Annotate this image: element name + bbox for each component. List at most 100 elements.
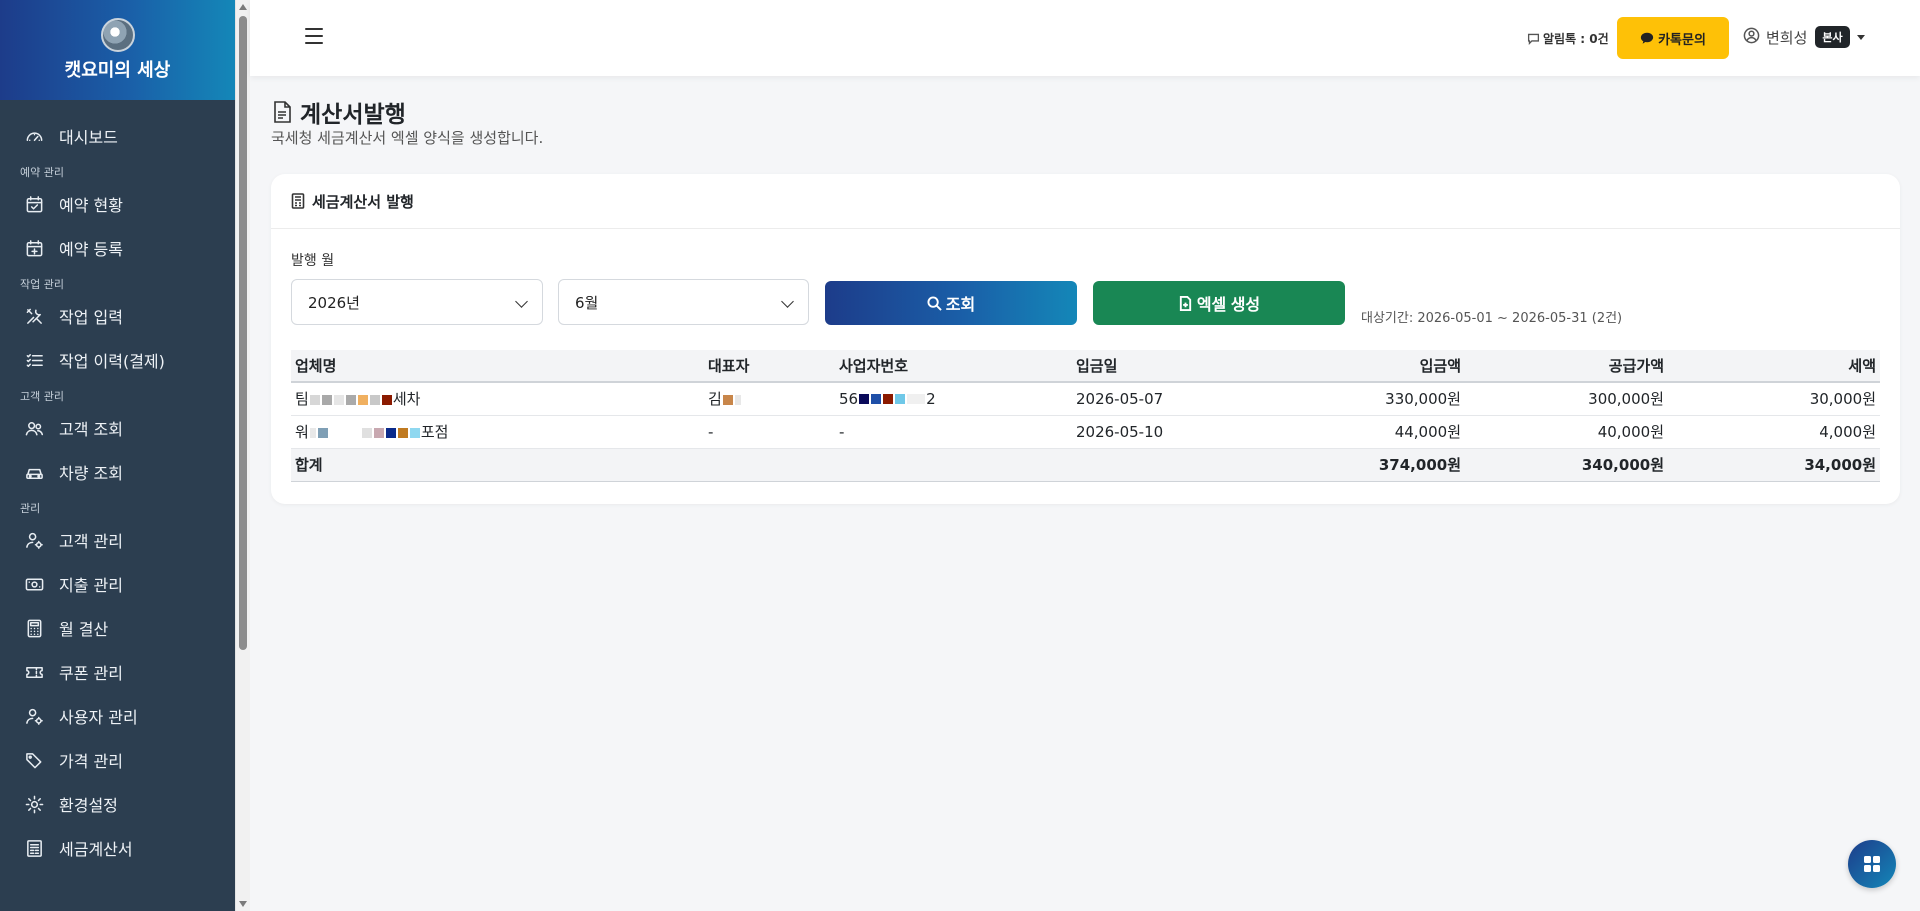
sidebar-scrollbar[interactable] <box>235 0 250 911</box>
redaction-mask <box>883 394 894 405</box>
tags-icon <box>24 750 44 770</box>
sidebar-item[interactable]: 차량 조회 <box>0 450 235 494</box>
excel-generate-button[interactable]: 엑셀 생성 <box>1093 281 1345 325</box>
redaction-mask <box>859 394 870 405</box>
sidebar-item[interactable]: 가격 관리 <box>0 738 235 782</box>
hamburger-line <box>305 35 323 37</box>
scroll-down-arrow[interactable] <box>239 901 247 907</box>
sidebar-item-label: 대시보드 <box>59 128 118 147</box>
scroll-up-arrow[interactable] <box>239 4 247 10</box>
topbar: 알림톡 : 0건 카톡문의 변희성 본사 <box>250 0 1920 76</box>
excel-button-label: 엑셀 생성 <box>1196 297 1261 314</box>
year-select-value: 2026년 <box>308 293 360 312</box>
calendar-plus-icon <box>24 238 44 258</box>
ticket-icon <box>24 662 44 682</box>
sidebar-item-label: 예약 등록 <box>59 240 123 259</box>
total-deposit-cell: 374,000원 <box>1262 448 1465 482</box>
alimtalk-count: 알림톡 : 0건 <box>1527 30 1609 47</box>
gauge-icon <box>24 126 44 146</box>
month-select-value: 6월 <box>575 293 599 312</box>
redaction-mask <box>397 427 408 438</box>
receipt-icon <box>24 838 44 858</box>
redaction-mask <box>734 394 741 405</box>
user-name: 변희성 <box>1766 28 1808 47</box>
sidebar-item-label: 환경설정 <box>59 796 118 815</box>
col-header-company: 업체명 <box>291 350 704 383</box>
company-text-start: 워 <box>295 423 309 441</box>
sidebar-item-label: 작업 입력 <box>59 308 123 327</box>
chat-bubble-icon <box>1527 33 1540 45</box>
redaction-mask <box>722 394 733 405</box>
sidebar-item[interactable]: 대시보드 <box>0 114 235 158</box>
sidebar-item[interactable]: 환경설정 <box>0 782 235 826</box>
redaction-mask <box>321 394 332 405</box>
year-select[interactable]: 2026년 <box>291 279 543 325</box>
col-header-supply-amount: 공급가액 <box>1465 350 1668 383</box>
receipt-icon <box>291 193 305 209</box>
sidebar-item[interactable]: 세금계산서 <box>0 826 235 870</box>
card-title: 세금계산서 발행 <box>312 192 414 211</box>
search-button[interactable]: 조회 <box>825 281 1077 325</box>
col-header-representative: 대표자 <box>704 350 835 383</box>
redaction-mask <box>385 427 396 438</box>
company-cell: 워 포점 <box>291 415 704 449</box>
users-icon <box>24 418 44 438</box>
menu-toggle-button[interactable] <box>305 28 323 44</box>
redaction-mask <box>895 394 906 405</box>
file-plus-icon <box>1179 295 1191 311</box>
bizno-text-end: 2 <box>926 389 936 408</box>
redaction-mask <box>871 394 882 405</box>
gear-icon <box>24 794 44 814</box>
card-header: 세금계산서 발행 <box>271 174 1900 229</box>
sidebar-item[interactable]: 고객 조회 <box>0 406 235 450</box>
sidebar: 캣요미의 세상 대시보드 예약 관리 예약 현황 예약 등록 작업 관리 작업 입력 작업 … <box>0 0 235 911</box>
user-gear-icon <box>24 706 44 726</box>
chat-fill-icon <box>1640 32 1654 44</box>
table-header-row: 업체명 대표자 사업자번호 입금일 입금액 공급가액 세액 <box>291 350 1880 383</box>
redaction-mask <box>409 427 420 438</box>
user-menu[interactable]: 변희성 본사 <box>1743 26 1865 48</box>
tools-icon <box>24 306 44 326</box>
tax-amount-cell: 30,000원 <box>1668 382 1880 416</box>
month-select[interactable]: 6월 <box>558 279 809 325</box>
deposit-amount-cell: 330,000원 <box>1262 382 1465 416</box>
file-text-icon <box>274 101 291 123</box>
sidebar-item[interactable]: 예약 현황 <box>0 182 235 226</box>
sidebar-item[interactable]: 월 결산 <box>0 606 235 650</box>
scroll-thumb[interactable] <box>239 16 247 650</box>
list-check-icon <box>24 350 44 370</box>
sidebar-item[interactable]: 사용자 관리 <box>0 694 235 738</box>
kakao-inquiry-button[interactable]: 카톡문의 <box>1617 17 1729 59</box>
sidebar-item-label: 차량 조회 <box>59 464 123 483</box>
redaction-mask <box>381 394 392 405</box>
supply-amount-cell: 300,000원 <box>1465 382 1668 416</box>
table-row[interactable]: 워 포점 - - 2026-05-10 44,000원 40,000원 4,000… <box>291 415 1880 449</box>
sidebar-item[interactable]: 고객 관리 <box>0 518 235 562</box>
business-number-cell: 56 2 <box>835 382 1072 416</box>
sidebar-section-label: 고객 관리 <box>20 390 64 403</box>
total-row: 합계 374,000원 340,000원 34,000원 <box>291 448 1880 482</box>
redaction-mask <box>309 427 316 438</box>
redaction-mask <box>345 394 356 405</box>
table-row[interactable]: 팀 세차 김 56 2 2026-05-07 330,000원 300,000원 3… <box>291 382 1880 416</box>
user-circle-icon <box>1743 27 1760 48</box>
empty-cell <box>1072 448 1262 482</box>
calculator-icon <box>24 618 44 638</box>
brand-title: 캣요미의 세상 <box>64 60 171 81</box>
company-text-end: 포점 <box>420 423 449 441</box>
sidebar-item[interactable]: 쿠폰 관리 <box>0 650 235 694</box>
sidebar-item[interactable]: 예약 등록 <box>0 226 235 270</box>
brand[interactable]: 캣요미의 세상 <box>0 0 235 100</box>
redaction-mask <box>373 427 384 438</box>
sidebar-item[interactable]: 작업 이력(결제) <box>0 338 235 382</box>
chevron-down-icon <box>515 295 528 308</box>
app-grid-button[interactable] <box>1848 840 1896 888</box>
representative-cell: - <box>704 415 835 449</box>
deposit-date-cell: 2026-05-07 <box>1072 382 1262 416</box>
empty-cell <box>704 448 835 482</box>
sidebar-item[interactable]: 작업 입력 <box>0 294 235 338</box>
sidebar-item-label: 작업 이력(결제) <box>59 352 165 371</box>
sidebar-item[interactable]: 지출 관리 <box>0 562 235 606</box>
user-role-badge: 본사 <box>1815 26 1850 48</box>
redaction-mask <box>357 394 368 405</box>
